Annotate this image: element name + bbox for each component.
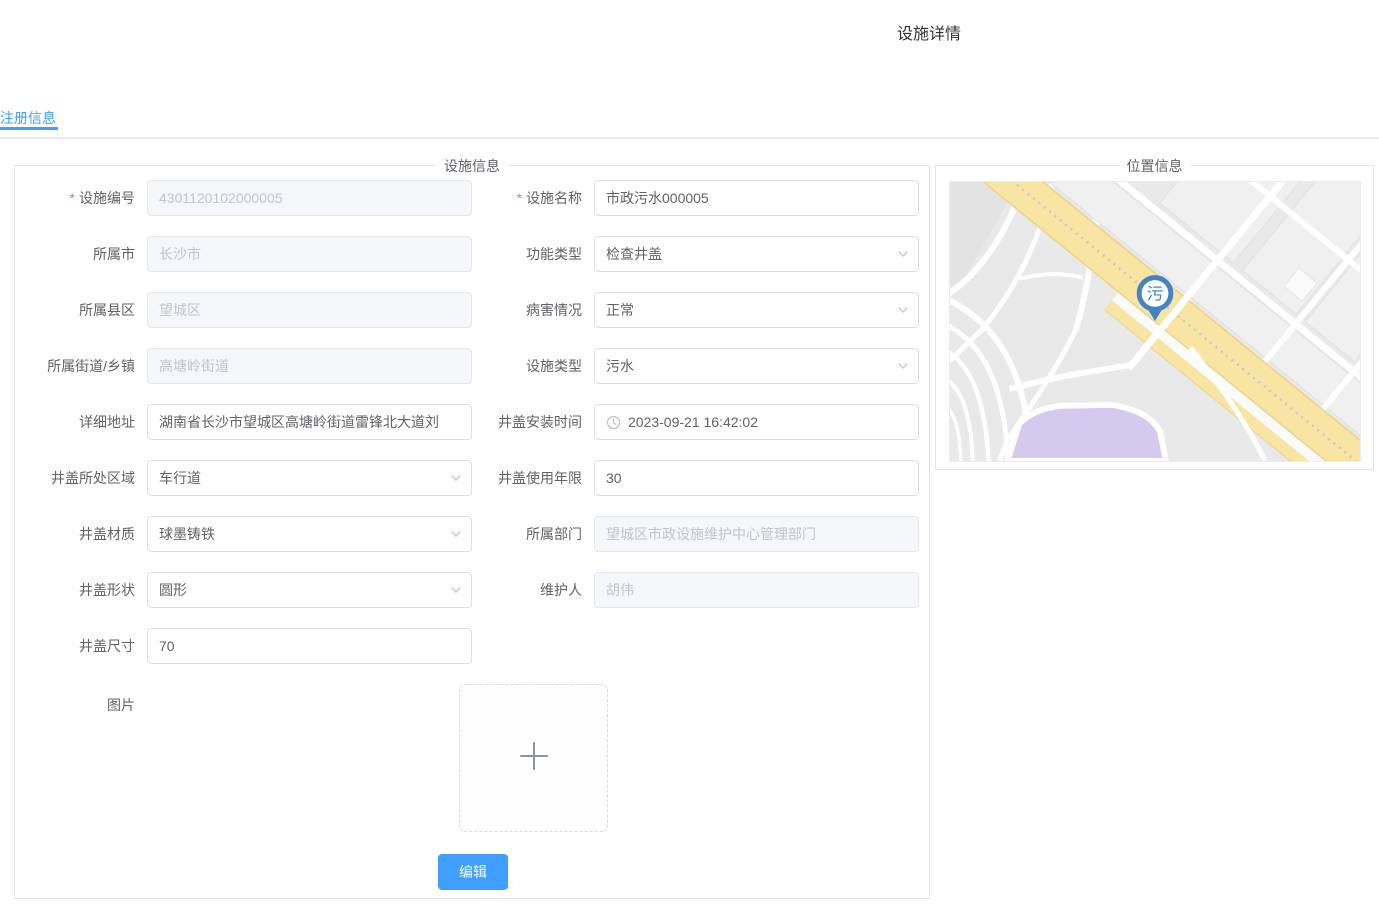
form-row: 所属县区 望城区 (15, 292, 472, 328)
install-time-picker[interactable]: 2023-09-21 16:42:02 (594, 404, 919, 440)
map-container: 污 (949, 181, 1361, 462)
chevron-down-icon (896, 247, 910, 261)
form-row: *设施名称 市政污水000005 (462, 180, 919, 216)
page-title: 设施详情 (897, 20, 961, 44)
disease-status-select[interactable]: 正常 (594, 292, 919, 328)
facility-code-field: 4301120102000005 (147, 180, 472, 216)
image-upload-label: 图片 (15, 695, 135, 715)
field-label: 井盖材质 (15, 524, 147, 544)
cover-area-select[interactable]: 车行道 (147, 460, 472, 496)
chevron-down-icon (449, 583, 463, 597)
street-field: 高塘岭街道 (147, 348, 472, 384)
field-label: 井盖形状 (15, 580, 147, 600)
form-row: 详细地址 湖南省长沙市望城区高塘岭街道雷锋北大道刘 (15, 404, 472, 440)
field-label: 井盖所处区域 (15, 468, 147, 488)
form-row: 维护人 胡伟 (462, 572, 919, 608)
function-type-select[interactable]: 检查井盖 (594, 236, 919, 272)
pin-label: 污 (1147, 284, 1164, 303)
county-field: 望城区 (147, 292, 472, 328)
cover-size-field[interactable]: 70 (147, 628, 472, 664)
facility-type-select[interactable]: 污水 (594, 348, 919, 384)
field-label: 功能类型 (462, 244, 594, 264)
clock-icon (606, 415, 621, 430)
city-field: 长沙市 (147, 236, 472, 272)
form-row: 井盖尺寸 70 (15, 628, 472, 664)
image-upload-dropzone[interactable] (459, 684, 608, 832)
field-label: 详细地址 (15, 412, 147, 432)
map-canvas[interactable]: 污 (950, 182, 1360, 461)
required-asterisk: * (517, 190, 522, 206)
form-row: 井盖安装时间 2023-09-21 16:42:02 (462, 404, 919, 440)
edit-button[interactable]: 编辑 (438, 854, 508, 890)
tab-bar: 注册信息 (0, 99, 1379, 139)
facility-name-field[interactable]: 市政污水000005 (594, 180, 919, 216)
field-label: 井盖安装时间 (462, 412, 594, 432)
form-row: 所属街道/乡镇 高塘岭街道 (15, 348, 472, 384)
chevron-down-icon (449, 471, 463, 485)
required-asterisk: * (70, 190, 75, 206)
form-column-left: *设施编号 4301120102000005 所属市 长沙市 所属县区 望城区 … (15, 180, 472, 684)
form-row: 病害情况 正常 (462, 292, 919, 328)
form-row: 功能类型 检查井盖 (462, 236, 919, 272)
form-row: 井盖形状 圆形 (15, 572, 472, 608)
facility-info-panel: 设施信息 *设施编号 4301120102000005 所属市 长沙市 所属县区… (14, 165, 930, 899)
field-label: 所属市 (15, 244, 147, 264)
form-row: 所属市 长沙市 (15, 236, 472, 272)
map-park-area (1007, 405, 1165, 461)
field-label: 井盖使用年限 (462, 468, 594, 488)
field-label: *设施名称 (462, 188, 594, 208)
address-field[interactable]: 湖南省长沙市望城区高塘岭街道雷锋北大道刘 (147, 404, 472, 440)
chevron-down-icon (896, 359, 910, 373)
plus-icon (518, 740, 550, 777)
field-label: 所属部门 (462, 524, 594, 544)
field-label: 所属街道/乡镇 (15, 356, 147, 376)
field-label: 病害情况 (462, 300, 594, 320)
chevron-down-icon (896, 303, 910, 317)
form-row: 井盖所处区域 车行道 (15, 460, 472, 496)
tab-registration-info[interactable]: 注册信息 (0, 108, 56, 128)
form-row: 设施类型 污水 (462, 348, 919, 384)
department-field: 望城区市政设施维护中心管理部门 (594, 516, 919, 552)
facility-panel-legend: 设施信息 (436, 156, 508, 176)
cover-shape-select[interactable]: 圆形 (147, 572, 472, 608)
field-label: 井盖尺寸 (15, 636, 147, 656)
form-column-right: *设施名称 市政污水000005 功能类型 检查井盖 病害情况 正常 设施类型 … (462, 180, 919, 628)
tab-label: 注册信息 (0, 110, 56, 126)
form-row: 井盖材质 球墨铸铁 (15, 516, 472, 552)
location-info-panel: 位置信息 (935, 165, 1374, 470)
field-label: 所属县区 (15, 300, 147, 320)
field-label: 设施类型 (462, 356, 594, 376)
cover-material-select[interactable]: 球墨铸铁 (147, 516, 472, 552)
field-label: 维护人 (462, 580, 594, 600)
form-row: *设施编号 4301120102000005 (15, 180, 472, 216)
chevron-down-icon (449, 527, 463, 541)
service-life-field[interactable]: 30 (594, 460, 919, 496)
active-tab-underline (0, 127, 58, 130)
field-label: *设施编号 (15, 188, 147, 208)
form-row: 井盖使用年限 30 (462, 460, 919, 496)
location-panel-legend: 位置信息 (1119, 156, 1191, 176)
maintainer-field: 胡伟 (594, 572, 919, 608)
form-row: 所属部门 望城区市政设施维护中心管理部门 (462, 516, 919, 552)
